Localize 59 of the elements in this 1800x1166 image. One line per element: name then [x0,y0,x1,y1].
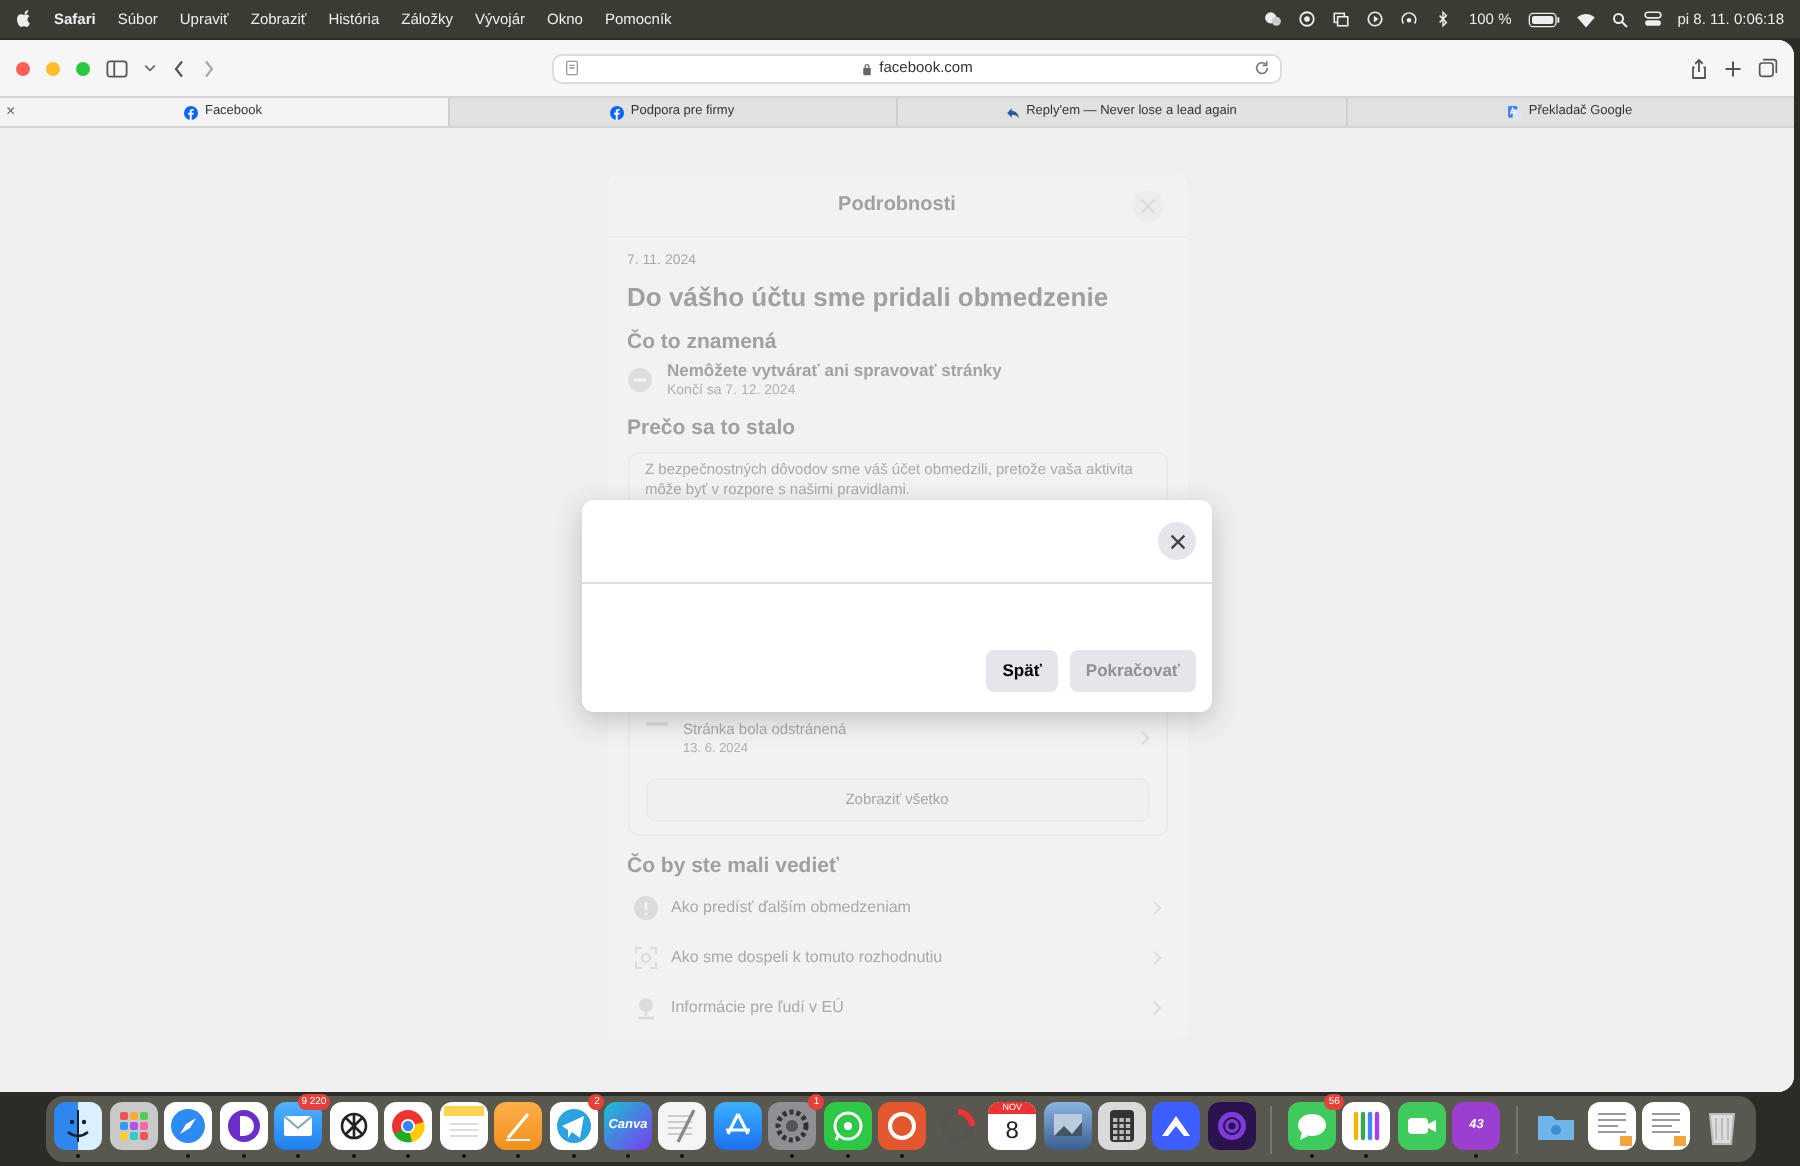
search-icon[interactable] [1611,11,1628,27]
section-heading: Prečo sa to stalo [627,413,798,444]
gear-icon[interactable] [768,1102,817,1150]
page-icon [564,60,580,76]
notepad-pencil-icon[interactable] [658,1102,707,1150]
link-label: Informácie pre ľudí v EÚ [671,995,844,1020]
close-window-button[interactable] [16,61,30,75]
tab-close-button[interactable]: × [6,100,16,124]
grid-icon[interactable] [109,1102,158,1150]
close-icon [1169,533,1185,549]
envelope-icon[interactable] [274,1102,323,1150]
paper-plane-icon[interactable] [549,1102,597,1150]
pen-icon[interactable] [494,1102,543,1150]
sidebar-icon[interactable] [106,59,128,77]
calendar-day: 8 [1005,1114,1019,1146]
section-heading: Čo by ste mali vedieť [627,851,841,881]
wheel-logo-icon[interactable] [384,1102,433,1150]
chat-bubbles-icon[interactable] [1264,10,1283,28]
link-label: Ako sme dospeli k tomuto rozhodnutiu [671,945,943,970]
compass-icon[interactable] [164,1102,213,1150]
video-camera-icon[interactable] [1397,1102,1446,1150]
reply-arrow-icon [1006,105,1021,119]
document-thumbnail-icon[interactable] [1642,1102,1691,1150]
wifi-icon[interactable] [1575,11,1596,27]
lock-icon [861,61,872,75]
restriction-title: Nemôžete vytvárať ani spravovať stránky [667,359,1002,382]
back-button[interactable]: Späť [986,650,1058,692]
section-heading: Čo to znamená [627,328,779,358]
page-title: Podrobnosti [838,192,956,220]
letter-a-icon[interactable] [713,1102,762,1150]
circle-logo-icon[interactable] [219,1102,268,1150]
tabs-overview-icon[interactable] [1758,58,1778,78]
facebook-logo-icon [184,105,199,119]
play-icon[interactable] [1366,10,1385,28]
chevron-down-icon[interactable] [144,64,156,72]
restriction-heading: Do vášho účtu sme pridali obmedzenie [627,279,1111,316]
close-button[interactable] [1158,522,1196,560]
chevron-right-icon [1139,730,1149,746]
apple-icon[interactable] [16,10,32,28]
keys-icon[interactable] [1342,1102,1391,1150]
toggles-icon[interactable] [1643,10,1662,28]
document-thumbnail-icon[interactable] [1587,1102,1636,1150]
reload-icon[interactable] [1253,60,1270,76]
link-label: Ako predísť ďalším obmedzeniam [671,895,911,920]
share-icon[interactable] [1690,57,1708,79]
facebook-logo-icon [610,105,625,119]
phone-bubble-icon[interactable] [823,1102,872,1150]
windows-icon[interactable] [1332,10,1351,28]
bluetooth-icon[interactable] [1434,10,1453,28]
translate-icon [1508,105,1523,119]
keypad-icon[interactable] [1098,1102,1147,1150]
battery-icon[interactable] [1527,11,1560,27]
broadcast-icon[interactable] [1400,10,1419,28]
back-icon[interactable] [172,59,186,77]
face-icon[interactable] [54,1102,103,1150]
notepad-icon[interactable] [439,1102,488,1150]
mountain-logo-icon[interactable] [1152,1102,1201,1150]
plus-icon[interactable] [1724,59,1742,77]
speech-bubble-icon[interactable] [1287,1102,1336,1150]
